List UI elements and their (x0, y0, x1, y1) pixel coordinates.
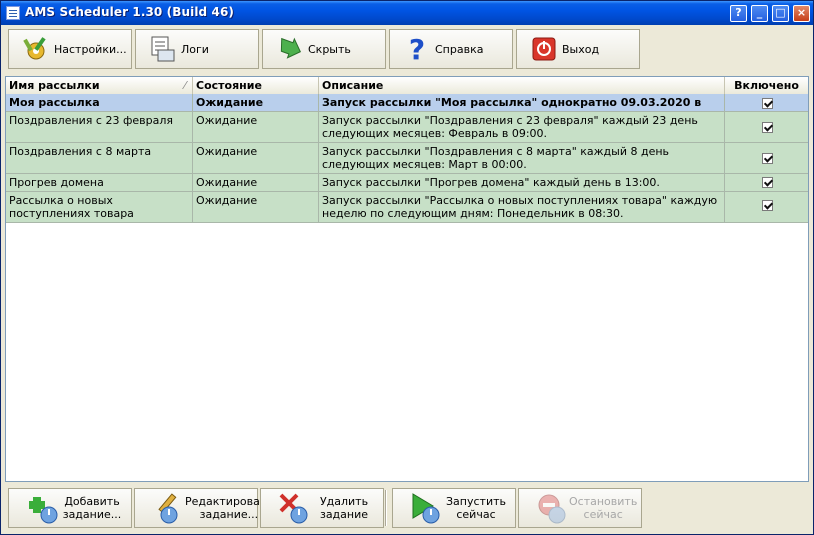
row-state: Ожидание (193, 112, 319, 142)
hide-button-label: Скрыть (308, 42, 351, 56)
logs-button-label: Логи (181, 42, 209, 56)
enabled-checkbox[interactable] (762, 200, 773, 211)
task-toolbar: Добавить задание... Редактировать задани… (5, 488, 809, 530)
row-state: Ожидание (193, 94, 319, 111)
row-description: Запуск рассылки "Поздравления с 8 марта"… (319, 143, 725, 173)
maximize-button[interactable]: □ (772, 5, 789, 22)
row-description: Запуск рассылки "Моя рассылка" однократн… (319, 94, 725, 111)
window-title: AMS Scheduler 1.30 (Build 46) (25, 5, 235, 19)
logs-icon (148, 34, 178, 64)
main-toolbar: Настройки... Логи Скрыть ? Справка Выход (5, 29, 809, 71)
table-row[interactable]: Рассылка о новых поступлениях товара Ожи… (6, 192, 808, 223)
row-name: Поздравления с 8 марта (6, 143, 193, 173)
logs-button[interactable]: Логи (135, 29, 259, 69)
help-button[interactable]: ? Справка (389, 29, 513, 69)
app-icon[interactable] (6, 6, 20, 20)
add-task-label: Добавить задание... (62, 495, 122, 521)
delete-task-button[interactable]: Удалить задание (260, 488, 384, 528)
help-button-label: Справка (435, 42, 484, 56)
hide-button[interactable]: Скрыть (262, 29, 386, 69)
enabled-checkbox[interactable] (762, 98, 773, 109)
row-state: Ожидание (193, 174, 319, 191)
settings-button-label: Настройки... (54, 42, 127, 56)
settings-tools-icon (21, 34, 51, 64)
help-question-icon: ? (402, 33, 432, 66)
app-window: AMS Scheduler 1.30 (Build 46) ? _ □ × На… (0, 0, 814, 535)
title-bar[interactable]: AMS Scheduler 1.30 (Build 46) ? _ □ × (1, 1, 813, 25)
minimize-button[interactable]: _ (751, 5, 768, 22)
column-header-enabled[interactable]: Включено (725, 77, 808, 94)
add-task-button[interactable]: Добавить задание... (8, 488, 132, 528)
row-name: Прогрев домена (6, 174, 193, 191)
column-header-name[interactable]: Имя рассылки ⁄ (6, 77, 193, 94)
enabled-checkbox[interactable] (762, 122, 773, 133)
stop-now-label: Остановить сейчас (569, 495, 638, 521)
run-now-button[interactable]: Запустить сейчас (392, 488, 516, 528)
row-description: Запуск рассылки "Прогрев домена" каждый … (319, 174, 725, 191)
enabled-checkbox[interactable] (762, 177, 773, 188)
edit-task-icon (151, 491, 185, 525)
exit-power-icon (529, 34, 559, 64)
table-row[interactable]: Поздравления с 23 февраля Ожидание Запус… (6, 112, 808, 143)
column-header-description[interactable]: Описание (319, 77, 725, 94)
table-row[interactable]: Прогрев домена Ожидание Запуск рассылки … (6, 174, 808, 192)
delete-task-label: Удалить задание (319, 495, 369, 521)
row-name: Моя рассылка (6, 94, 193, 111)
column-header-state[interactable]: Состояние (193, 77, 319, 94)
help-title-button[interactable]: ? (730, 5, 747, 22)
row-state: Ожидание (193, 143, 319, 173)
settings-button[interactable]: Настройки... (8, 29, 132, 69)
exit-button[interactable]: Выход (516, 29, 640, 69)
table-row[interactable]: Поздравления с 8 марта Ожидание Запуск р… (6, 143, 808, 174)
svg-text:?: ? (409, 34, 425, 64)
column-header-name-label: Имя рассылки (9, 79, 100, 92)
add-task-icon (25, 491, 59, 525)
exit-button-label: Выход (562, 42, 600, 56)
run-now-label: Запустить сейчас (446, 495, 506, 521)
close-button[interactable]: × (793, 5, 810, 22)
row-name: Рассылка о новых поступлениях товара (6, 192, 193, 222)
stop-now-button[interactable]: Остановить сейчас (518, 488, 642, 528)
row-description: Запуск рассылки "Поздравления с 23 февра… (319, 112, 725, 142)
sort-indicator-icon: ⁄ (184, 79, 186, 92)
row-description: Запуск рассылки "Рассылка о новых поступ… (319, 192, 725, 222)
mailing-table[interactable]: Имя рассылки ⁄ Состояние Описание Включе… (5, 76, 809, 482)
stop-now-icon (535, 491, 569, 525)
enabled-checkbox[interactable] (762, 153, 773, 164)
hide-arrow-icon (275, 34, 305, 64)
row-state: Ожидание (193, 192, 319, 222)
toolbar-separator (385, 490, 387, 526)
row-name: Поздравления с 23 февраля (6, 112, 193, 142)
edit-task-button[interactable]: Редактировать задание... (134, 488, 273, 528)
table-row[interactable]: Моя рассылка Ожидание Запуск рассылки "М… (6, 94, 808, 112)
delete-task-icon (277, 491, 311, 525)
table-header: Имя рассылки ⁄ Состояние Описание Включе… (6, 77, 808, 95)
run-now-icon (409, 491, 443, 525)
